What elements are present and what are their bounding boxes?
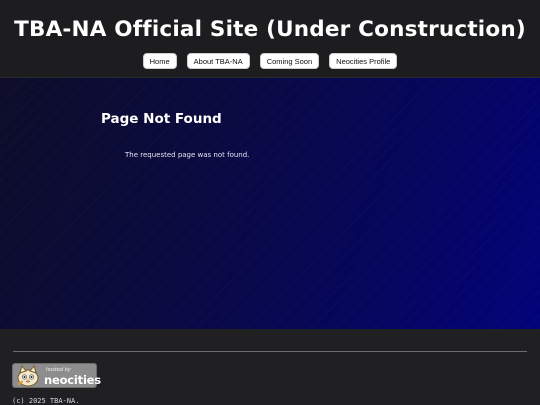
nav-neocities-profile-button[interactable]: Neocities Profile xyxy=(329,53,398,69)
neocities-badge-link[interactable]: hosted by neocities xyxy=(12,363,101,388)
copyright-text: (c) 2025 TBA-NA. xyxy=(12,397,80,405)
nav-coming-soon-button[interactable]: Coming Soon xyxy=(259,53,320,69)
main-nav: Home About TBA-NA Coming Soon Neocities … xyxy=(0,53,540,69)
nav-home-button[interactable]: Home xyxy=(142,53,177,69)
footer-divider xyxy=(13,351,527,352)
page-title: Page Not Found xyxy=(101,111,222,127)
site-footer: hosted by neocities (c) 2025 TBA-NA. xyxy=(0,329,540,405)
site-title: TBA-NA Official Site (Under Construction… xyxy=(14,17,526,42)
neocities-cat-icon xyxy=(17,365,39,387)
badge-neocities-text: neocities xyxy=(44,373,101,387)
main-content: Page Not Found The requested page was no… xyxy=(0,78,540,329)
nav-about-button[interactable]: About TBA-NA xyxy=(186,53,250,69)
not-found-message: The requested page was not found. xyxy=(125,151,250,159)
site-header: TBA-NA Official Site (Under Construction… xyxy=(0,0,540,78)
